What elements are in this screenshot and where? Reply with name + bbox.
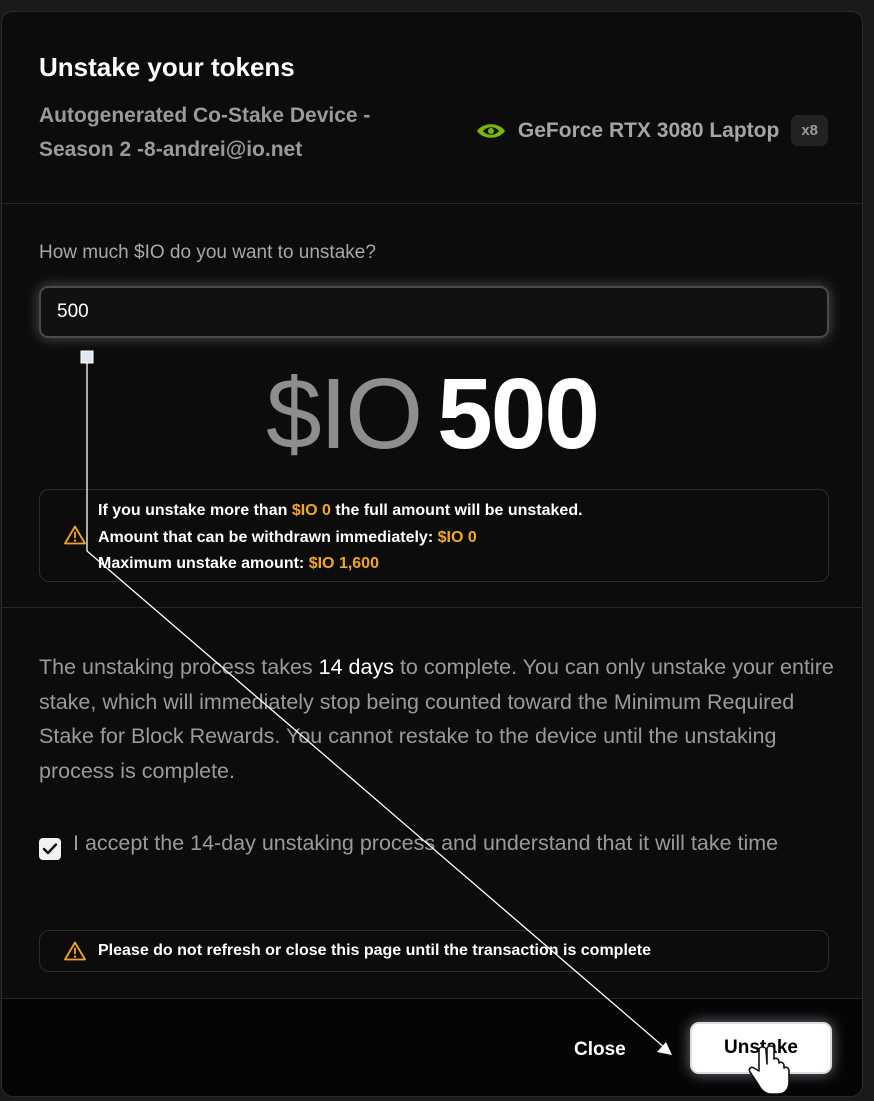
warning-line-1-suffix: the full amount will be unstaked.	[330, 502, 583, 519]
warning-line-1: If you unstake more than $IO 0 the full …	[98, 498, 583, 525]
gpu-count-badge: x8	[791, 115, 828, 146]
notice-box: Please do not refresh or close this page…	[39, 930, 829, 972]
info-text: The unstaking process takes 14 days to c…	[39, 650, 839, 788]
unstake-modal: Unstake your tokens Autogenerated Co-Sta…	[1, 11, 863, 1097]
amount-value: 500	[437, 358, 600, 470]
info-text-before: The unstaking process takes	[39, 655, 319, 679]
warning-icon	[64, 941, 86, 961]
modal-header: Unstake your tokens Autogenerated Co-Sta…	[2, 12, 862, 204]
accept-checkbox[interactable]	[39, 838, 61, 860]
warning-line-3-prefix: Maximum unstake amount:	[98, 555, 309, 572]
warning-line-1-prefix: If you unstake more than	[98, 502, 292, 519]
device-name: Autogenerated Co-Stake Device - Season 2…	[39, 104, 371, 161]
amount-currency: $IO	[265, 358, 423, 470]
warning-line-1-value: $IO 0	[291, 502, 331, 519]
modal-footer: Close Unstake	[2, 999, 862, 1096]
notice-text: Please do not refresh or close this page…	[98, 942, 652, 959]
accept-label[interactable]: I accept the 14-day unstaking process an…	[73, 826, 843, 861]
warning-line-3-value: $IO 1,600	[308, 555, 379, 572]
amount-input[interactable]	[39, 286, 829, 338]
info-section: The unstaking process takes 14 days to c…	[2, 608, 862, 999]
unstake-button[interactable]: Unstake	[690, 1022, 832, 1074]
warning-line-3: Maximum unstake amount: $IO 1,600	[98, 551, 583, 578]
warning-icon	[64, 525, 86, 545]
warning-box: If you unstake more than $IO 0 the full …	[39, 489, 829, 582]
gpu-name: GeForce RTX 3080 Laptop	[517, 118, 780, 142]
checkmark-icon	[42, 843, 58, 855]
amount-section: How much $IO do you want to unstake? $IO…	[2, 204, 862, 608]
amount-display: $IO 500	[2, 354, 862, 474]
nvidia-icon	[476, 123, 505, 138]
warning-line-2: Amount that can be withdrawn immediately…	[98, 525, 583, 552]
warning-lines: If you unstake more than $IO 0 the full …	[98, 498, 583, 578]
amount-question: How much $IO do you want to unstake?	[39, 242, 376, 263]
warning-line-2-prefix: Amount that can be withdrawn immediately…	[98, 528, 438, 546]
modal-title: Unstake your tokens	[39, 52, 295, 82]
close-button[interactable]: Close	[554, 1035, 646, 1065]
gpu-info: GeForce RTX 3080 Laptop x8	[474, 115, 828, 146]
warning-line-2-value: $IO 0	[437, 528, 477, 546]
info-highlight: 14 days	[318, 655, 394, 679]
